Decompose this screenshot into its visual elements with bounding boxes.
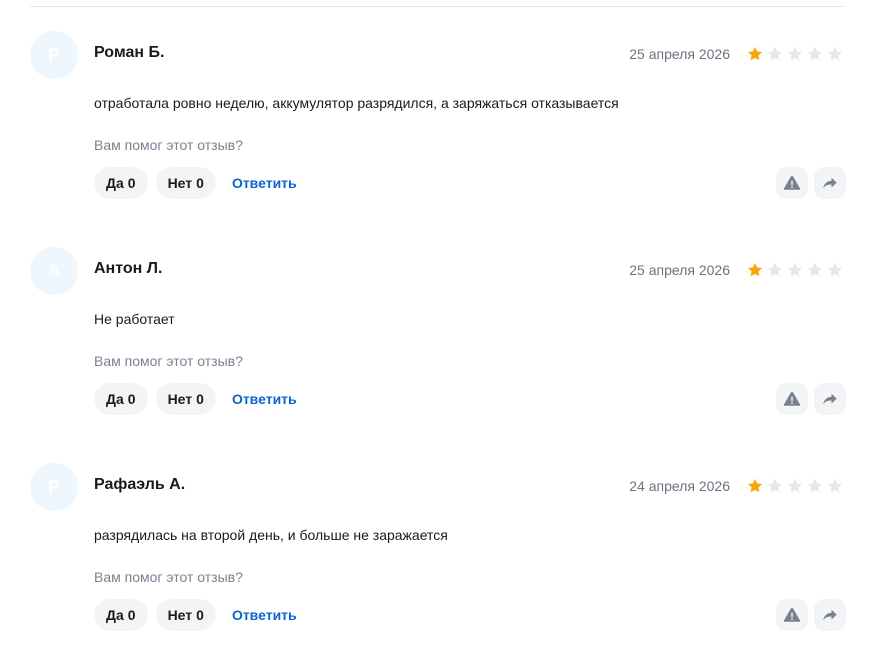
review-author: Роман Б.	[94, 44, 165, 61]
reply-link[interactable]: Ответить	[232, 607, 297, 623]
star-empty-icon	[827, 46, 843, 61]
vote-yes-button[interactable]: Да 0	[94, 383, 148, 415]
review-text: Не работает	[94, 311, 175, 327]
helpful-question: Вам помог этот отзыв?	[94, 569, 243, 585]
vote-yes-label: Да	[106, 391, 124, 407]
star-filled-icon	[747, 262, 763, 277]
reviews-page: Р Роман Б. 25 апреля 2026 отработала ров…	[0, 0, 896, 666]
review-actions: Да 0 Нет 0 Ответить	[94, 167, 297, 199]
share-button[interactable]	[814, 599, 846, 631]
star-empty-icon	[807, 478, 823, 493]
star-empty-icon	[767, 478, 783, 493]
vote-no-label: Нет	[167, 175, 193, 191]
share-arrow-icon	[823, 177, 837, 189]
star-empty-icon	[827, 478, 843, 493]
star-empty-icon	[767, 46, 783, 61]
report-button[interactable]	[776, 599, 808, 631]
helpful-question: Вам помог этот отзыв?	[94, 137, 243, 153]
review-icon-actions	[776, 167, 846, 199]
review-text: разрядилась на второй день, и больше не …	[94, 527, 448, 543]
vote-no-button[interactable]: Нет 0	[155, 383, 216, 415]
share-arrow-icon	[823, 609, 837, 621]
star-filled-icon	[747, 478, 763, 493]
avatar: Р	[30, 31, 78, 79]
rating-stars	[746, 45, 844, 63]
vote-no-button[interactable]: Нет 0	[155, 599, 216, 631]
review-icon-actions	[776, 599, 846, 631]
review-item: Р Рафаэль А. 24 апреля 2026 разрядилась …	[30, 463, 846, 663]
star-filled-icon	[747, 46, 763, 61]
review-date: 25 апреля 2026	[629, 46, 730, 62]
share-arrow-icon	[823, 393, 837, 405]
vote-no-count: 0	[196, 607, 204, 623]
vote-yes-button[interactable]: Да 0	[94, 167, 148, 199]
divider	[30, 6, 844, 7]
star-empty-icon	[827, 262, 843, 277]
avatar: Р	[30, 463, 78, 511]
star-empty-icon	[807, 262, 823, 277]
star-empty-icon	[787, 46, 803, 61]
vote-yes-label: Да	[106, 607, 124, 623]
reply-link[interactable]: Ответить	[232, 391, 297, 407]
star-empty-icon	[807, 46, 823, 61]
rating-stars	[746, 477, 844, 495]
vote-no-count: 0	[196, 391, 204, 407]
vote-yes-button[interactable]: Да 0	[94, 599, 148, 631]
vote-no-label: Нет	[167, 391, 193, 407]
share-button[interactable]	[814, 167, 846, 199]
review-actions: Да 0 Нет 0 Ответить	[94, 599, 297, 631]
review-item: Р Роман Б. 25 апреля 2026 отработала ров…	[30, 31, 846, 231]
star-empty-icon	[767, 262, 783, 277]
vote-yes-count: 0	[127, 175, 136, 191]
vote-no-label: Нет	[167, 607, 193, 623]
reply-link[interactable]: Ответить	[232, 175, 297, 191]
star-empty-icon	[787, 478, 803, 493]
review-item: А Антон Л. 25 апреля 2026 Не работает Ва…	[30, 247, 846, 447]
review-date: 24 апреля 2026	[629, 478, 730, 494]
review-actions: Да 0 Нет 0 Ответить	[94, 383, 297, 415]
vote-no-button[interactable]: Нет 0	[155, 167, 216, 199]
star-empty-icon	[787, 262, 803, 277]
review-text: отработала ровно неделю, аккумулятор раз…	[94, 95, 619, 111]
vote-yes-label: Да	[106, 175, 124, 191]
review-author: Рафаэль А.	[94, 476, 186, 493]
review-date: 25 апреля 2026	[629, 262, 730, 278]
rating-stars	[746, 261, 844, 279]
warning-icon	[783, 607, 801, 622]
review-icon-actions	[776, 383, 846, 415]
helpful-question: Вам помог этот отзыв?	[94, 353, 243, 369]
vote-yes-count: 0	[127, 391, 136, 407]
report-button[interactable]	[776, 383, 808, 415]
share-button[interactable]	[814, 383, 846, 415]
vote-yes-count: 0	[127, 607, 136, 623]
warning-icon	[783, 175, 801, 190]
review-author: Антон Л.	[94, 260, 163, 277]
report-button[interactable]	[776, 167, 808, 199]
warning-icon	[783, 391, 801, 406]
vote-no-count: 0	[196, 175, 204, 191]
avatar: А	[30, 247, 78, 295]
